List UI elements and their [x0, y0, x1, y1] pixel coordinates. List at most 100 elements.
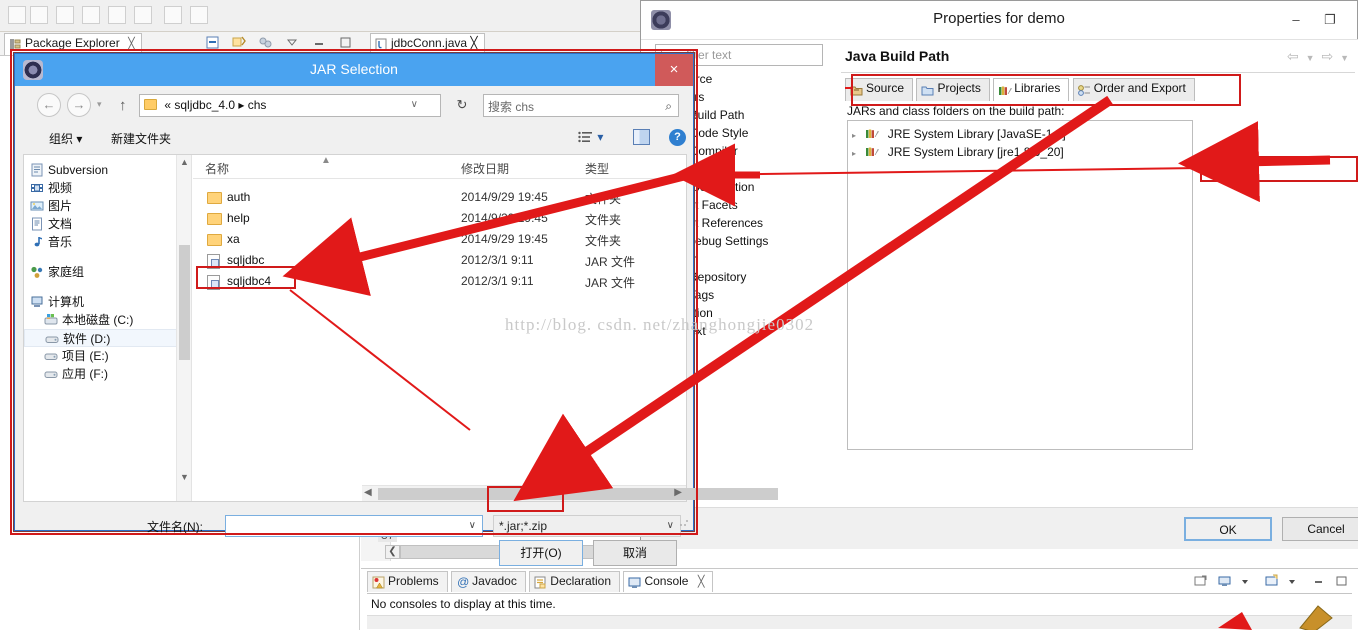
tab-console[interactable]: Console ╳: [623, 571, 714, 592]
close-icon[interactable]: ╳: [128, 38, 135, 50]
filename-input[interactable]: ∨: [225, 515, 483, 537]
chevron-down-icon[interactable]: [284, 35, 302, 52]
sidebar-item-app-f[interactable]: 应用 (F:): [24, 365, 191, 383]
close-button[interactable]: ×: [655, 54, 693, 86]
source-folder-icon: [850, 86, 863, 96]
back-arrow-icon[interactable]: ⇦: [1287, 48, 1299, 64]
tab-package-explorer[interactable]: Package Explorer ╳: [4, 33, 142, 55]
minimize-view-icon[interactable]: [311, 35, 329, 52]
forward-button[interactable]: →: [67, 93, 91, 117]
page-title: Java Build Path: [845, 48, 950, 64]
file-row-auth[interactable]: auth 2014/9/29 19:45 文件夹: [193, 187, 686, 208]
tab-problems[interactable]: Problems: [367, 571, 448, 592]
sidebar-item-subversion[interactable]: Subversion: [24, 161, 191, 179]
sidebar-item-software-d[interactable]: 软件 (D:): [24, 329, 191, 347]
scroll-down-icon[interactable]: ▼: [177, 470, 191, 485]
address-breadcrumb[interactable]: « sqljdbc_4.0 ▸ chs ∨: [139, 94, 441, 117]
sidebar-item-label: 视频: [48, 181, 73, 195]
scroll-up-icon[interactable]: ▲: [177, 155, 191, 170]
java-file-icon: [375, 38, 387, 51]
close-icon[interactable]: ╳: [698, 576, 705, 588]
scroll-right-icon[interactable]: ▶: [674, 487, 682, 498]
file-list-horizontal-scrollbar[interactable]: ◀ ▶: [362, 485, 778, 501]
jar-dialog-titlebar: JAR Selection ×: [15, 54, 693, 86]
display-selected-console-icon[interactable]: [1217, 574, 1233, 590]
sidebar-item-homegroup[interactable]: 家庭组: [24, 263, 191, 281]
expand-triangle-icon[interactable]: ▸: [852, 145, 862, 163]
tab-declaration[interactable]: Declaration: [529, 571, 620, 592]
forward-arrow-icon[interactable]: ⇨: [1321, 48, 1333, 64]
places-sidebar[interactable]: Subversion 视频 图片 文档 音乐 家庭组 计算机 本地磁盘 (C:)…: [24, 155, 192, 501]
sidebar-item-videos[interactable]: 视频: [24, 179, 191, 197]
chevron-down-icon[interactable]: ∨: [667, 520, 674, 531]
column-header-type[interactable]: 类型: [585, 160, 609, 177]
toolbar-icon-save[interactable]: [30, 6, 48, 24]
sidebar-item-pictures[interactable]: 图片: [24, 197, 191, 215]
toolbar-icon-run[interactable]: [134, 6, 152, 24]
recent-locations-icon[interactable]: ▾: [97, 99, 102, 110]
sidebar-item-music[interactable]: 音乐: [24, 233, 191, 251]
minimize-view-icon[interactable]: [1311, 574, 1327, 590]
ok-button[interactable]: OK: [1184, 517, 1272, 541]
scrollbar-thumb[interactable]: [179, 245, 190, 360]
chevron-down-icon[interactable]: ∨: [469, 520, 476, 531]
close-icon[interactable]: ╳: [470, 36, 477, 50]
chevron-down-icon[interactable]: ∨: [411, 99, 418, 110]
file-row-sqljdbc4[interactable]: sqljdbc4 2012/3/1 9:11 JAR 文件: [193, 271, 686, 292]
toolbar-icon-next-annotation[interactable]: [190, 6, 208, 24]
tab-projects[interactable]: Projects: [916, 78, 990, 101]
organize-menu[interactable]: 组织 ▾: [49, 130, 82, 147]
link-with-editor-icon[interactable]: [231, 35, 249, 52]
open-button[interactable]: 打开(O): [499, 540, 583, 566]
library-entry-row[interactable]: ▸ JRE System Library [jre1.8.0_20]: [848, 143, 1192, 161]
up-one-level-button[interactable]: ↑: [119, 97, 127, 114]
scroll-left-icon[interactable]: ◀: [364, 487, 372, 498]
view-mode-button[interactable]: ▾: [577, 130, 603, 144]
resize-grip[interactable]: [679, 517, 689, 527]
column-header-name[interactable]: 名称: [205, 160, 229, 177]
chevron-down-icon[interactable]: ▼: [1340, 53, 1349, 63]
chevron-down-icon[interactable]: [1287, 574, 1303, 590]
new-console-icon[interactable]: [1264, 574, 1280, 590]
open-console-icon[interactable]: [1193, 574, 1209, 590]
collapse-all-icon[interactable]: [205, 35, 223, 52]
sidebar-scrollbar[interactable]: ▲ ▼: [176, 155, 191, 501]
new-folder-button[interactable]: 新建文件夹: [111, 130, 171, 147]
scrollbar-thumb[interactable]: [378, 488, 778, 500]
cancel-button[interactable]: 取消: [593, 540, 677, 566]
file-row-help[interactable]: help 2014/9/29 19:45 文件夹: [193, 208, 686, 229]
toolbar-icon-search[interactable]: [164, 6, 182, 24]
maximize-view-icon[interactable]: [337, 35, 355, 52]
library-entry-row[interactable]: ▸ JRE System Library [JavaSE-1.8]: [848, 125, 1192, 143]
sidebar-item-documents[interactable]: 文档: [24, 215, 191, 233]
tab-javadoc[interactable]: @ Javadoc: [451, 571, 526, 592]
sidebar-item-local-disk-c[interactable]: 本地磁盘 (C:): [24, 311, 191, 329]
tab-source[interactable]: Source: [845, 78, 914, 101]
sidebar-item-computer[interactable]: 计算机: [24, 293, 191, 311]
help-icon[interactable]: ?: [669, 129, 686, 146]
tab-libraries[interactable]: Libraries: [993, 78, 1070, 101]
cancel-button[interactable]: Cancel: [1282, 517, 1358, 541]
toolbar-icon-build[interactable]: [82, 6, 100, 24]
properties-page: Java Build Path ⇦ ▼ ⇨ ▼ Source Projects …: [837, 40, 1358, 508]
file-row-xa[interactable]: xa 2014/9/29 19:45 文件夹: [193, 229, 686, 250]
preview-pane-icon[interactable]: [633, 129, 650, 145]
search-input[interactable]: 搜索 chs ⌕: [483, 94, 679, 117]
maximize-button[interactable]: ❐: [1317, 11, 1343, 29]
maximize-view-icon[interactable]: [1334, 574, 1350, 590]
view-menu-filter-icon[interactable]: [258, 35, 276, 52]
back-button[interactable]: ←: [37, 93, 61, 117]
toolbar-icon-new[interactable]: [8, 6, 26, 24]
tab-order-and-export[interactable]: Order and Export: [1072, 78, 1195, 101]
refresh-button[interactable]: ↻: [451, 94, 473, 117]
file-row-sqljdbc[interactable]: sqljdbc 2012/3/1 9:11 JAR 文件: [193, 250, 686, 271]
toolbar-icon-print[interactable]: [56, 6, 74, 24]
build-path-entries-list[interactable]: ▸ JRE System Library [JavaSE-1.8] ▸ JRE …: [847, 120, 1193, 450]
sidebar-item-project-e[interactable]: 项目 (E:): [24, 347, 191, 365]
chevron-down-icon[interactable]: [1240, 574, 1256, 590]
toolbar-icon-debug[interactable]: [108, 6, 126, 24]
file-type-filter-select[interactable]: *.jar;*.zip ∨: [493, 515, 681, 537]
chevron-down-icon[interactable]: ▼: [1306, 53, 1315, 63]
column-header-date[interactable]: 修改日期: [461, 160, 509, 177]
minimize-button[interactable]: –: [1283, 11, 1309, 29]
